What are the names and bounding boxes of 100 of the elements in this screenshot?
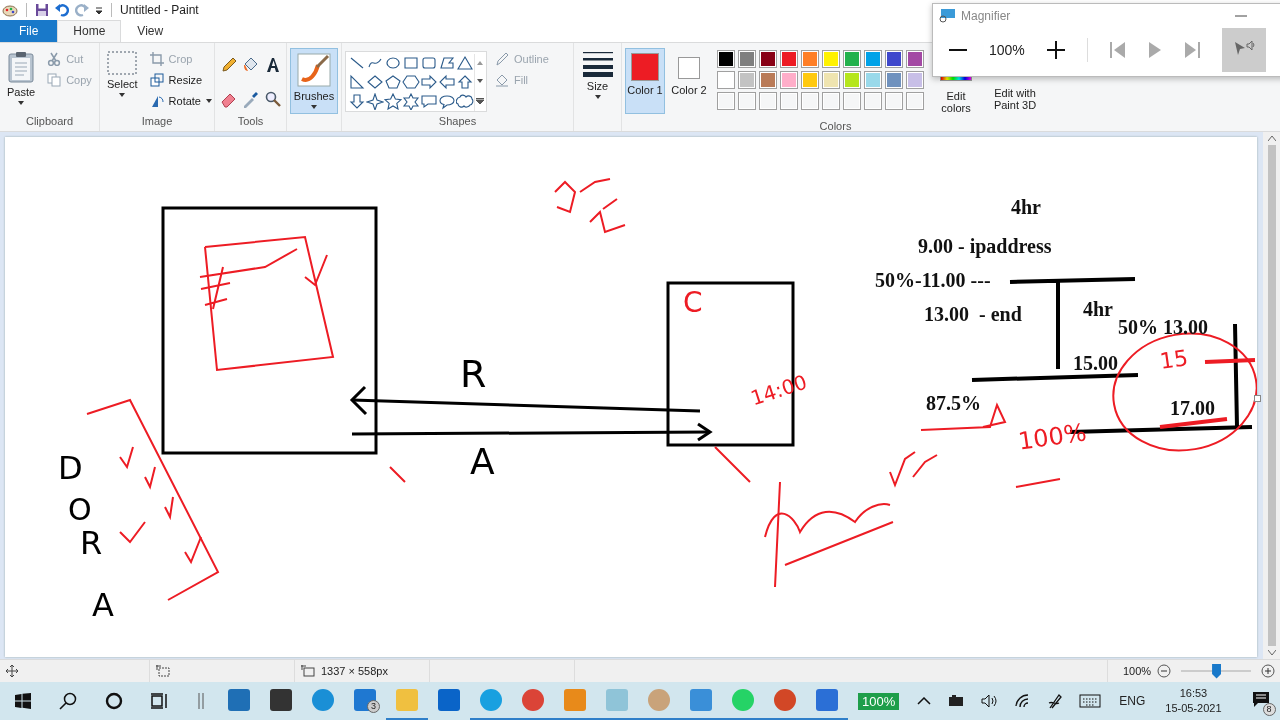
- app-icon: [732, 689, 754, 711]
- color-swatch[interactable]: [717, 70, 735, 89]
- shape-tool-icon[interactable]: [420, 73, 438, 91]
- shape-tool-icon[interactable]: [420, 92, 438, 110]
- resize-handle[interactable]: [1254, 394, 1261, 402]
- empty-color-slot[interactable]: [822, 91, 840, 110]
- redo-icon[interactable]: [75, 2, 89, 17]
- color-swatch[interactable]: [801, 49, 819, 68]
- color-swatch[interactable]: [759, 70, 777, 89]
- battery-icon[interactable]: [947, 695, 966, 707]
- color-swatch[interactable]: [822, 49, 840, 68]
- vertical-scrollbar[interactable]: [1263, 131, 1280, 660]
- ribbon-tab[interactable]: File: [0, 19, 58, 42]
- color-swatch[interactable]: [717, 49, 735, 68]
- empty-color-slot[interactable]: [759, 91, 777, 110]
- color-swatch[interactable]: [780, 49, 798, 68]
- empty-color-slot[interactable]: [885, 91, 903, 110]
- shape-tool-icon[interactable]: [384, 92, 402, 110]
- rotate-button[interactable]: Rotate: [145, 90, 216, 111]
- shape-tool-icon[interactable]: [366, 92, 384, 110]
- color-slot-button[interactable]: Color 1: [625, 47, 665, 114]
- color-slot-button[interactable]: Color 2: [669, 47, 709, 114]
- save-icon[interactable]: [35, 2, 49, 17]
- keyboard-icon[interactable]: [1079, 694, 1102, 708]
- handwritten-text: D: [58, 451, 83, 484]
- read-from-pointer-button[interactable]: [1221, 28, 1266, 72]
- color-swatch[interactable]: [906, 49, 924, 68]
- pencil-icon[interactable]: [219, 55, 238, 74]
- empty-color-slot[interactable]: [906, 91, 924, 110]
- ribbon-tab[interactable]: Home: [57, 19, 122, 42]
- shape-tool-icon[interactable]: [420, 54, 438, 72]
- speaker-icon[interactable]: [981, 694, 1000, 708]
- app-icon: [816, 689, 838, 711]
- circle-icon[interactable]: [105, 692, 123, 710]
- empty-color-slot[interactable]: [738, 91, 756, 110]
- size-button[interactable]: Size: [577, 45, 618, 104]
- slider-thumb[interactable]: [1212, 663, 1222, 679]
- undo-icon[interactable]: [55, 2, 69, 17]
- scroll-down-icon[interactable]: [476, 79, 483, 84]
- shape-tool-icon[interactable]: [438, 73, 456, 91]
- task-view-icon[interactable]: [151, 693, 169, 709]
- shape-tool-icon[interactable]: [438, 92, 456, 110]
- shape-tool-icon[interactable]: [456, 73, 474, 91]
- more-icon[interactable]: [475, 97, 484, 104]
- color-swatch[interactable]: [843, 49, 861, 68]
- color-swatch[interactable]: [822, 70, 840, 89]
- brushes-button[interactable]: Brushes: [290, 47, 338, 114]
- chevron-up-icon[interactable]: [917, 697, 932, 705]
- customize-dropdown-icon[interactable]: [95, 5, 103, 14]
- color-swatch[interactable]: [843, 70, 861, 89]
- windows-start-icon[interactable]: [15, 693, 31, 709]
- pen-icon[interactable]: [1047, 693, 1064, 709]
- color-swatch[interactable]: [738, 70, 756, 89]
- zoom-out-icon[interactable]: [1157, 664, 1172, 679]
- group-label: Image: [140, 113, 174, 129]
- clock[interactable]: 16:53 15-05-2021: [1165, 686, 1222, 716]
- color-swatch[interactable]: [906, 70, 924, 89]
- color-swatch[interactable]: [885, 70, 903, 89]
- skip-forward-icon[interactable]: [1183, 42, 1200, 58]
- color-swatch[interactable]: [759, 49, 777, 68]
- select-button[interactable]: Select: [103, 45, 142, 114]
- paint-bucket-icon[interactable]: [241, 55, 260, 74]
- shape-tool-icon[interactable]: [456, 54, 474, 72]
- shape-tool-icon[interactable]: [402, 73, 420, 91]
- color-swatch[interactable]: [801, 70, 819, 89]
- shape-tool-icon[interactable]: [438, 54, 456, 72]
- ribbon-tab[interactable]: View: [121, 19, 180, 42]
- zoom-in-icon[interactable]: [1046, 41, 1065, 59]
- empty-color-slot[interactable]: [801, 91, 819, 110]
- paint-app-icon[interactable]: [2, 2, 18, 17]
- shape-tool-icon[interactable]: [366, 73, 384, 91]
- language-indicator[interactable]: ENG: [1119, 694, 1146, 708]
- empty-color-slot[interactable]: [864, 91, 882, 110]
- handle-icon[interactable]: [197, 693, 205, 709]
- empty-color-slot[interactable]: [843, 91, 861, 110]
- empty-color-slot[interactable]: [780, 91, 798, 110]
- color-swatch[interactable]: [864, 70, 882, 89]
- color-swatch[interactable]: [885, 49, 903, 68]
- taskbar-app-button[interactable]: 3: [344, 682, 386, 720]
- shape-tool-icon[interactable]: [456, 92, 474, 110]
- scroll-up-icon[interactable]: [1267, 135, 1276, 141]
- color-swatch[interactable]: [780, 70, 798, 89]
- color-picker-icon[interactable]: [241, 89, 260, 108]
- shape-tool-icon[interactable]: [384, 73, 402, 91]
- play-icon[interactable]: [1147, 42, 1162, 58]
- color-swatch[interactable]: [738, 49, 756, 68]
- resize-button[interactable]: Resize: [145, 69, 216, 90]
- shape-tool-icon[interactable]: [384, 54, 402, 72]
- paste-button[interactable]: Paste: [3, 45, 40, 114]
- search-icon[interactable]: [59, 692, 77, 710]
- scroll-up-icon[interactable]: [476, 60, 483, 65]
- skip-back-icon[interactable]: [1109, 42, 1126, 58]
- magnifier-title: Magnifier: [961, 9, 1011, 23]
- magnifying-glass-icon[interactable]: [263, 89, 282, 108]
- shape-tool-icon[interactable]: [348, 73, 366, 91]
- scroll-down-icon[interactable]: [1267, 650, 1276, 656]
- shape-tool-icon[interactable]: [348, 92, 366, 110]
- color-swatch[interactable]: [864, 49, 882, 68]
- empty-color-slot[interactable]: [717, 91, 735, 110]
- shape-tool-icon[interactable]: [402, 92, 420, 110]
